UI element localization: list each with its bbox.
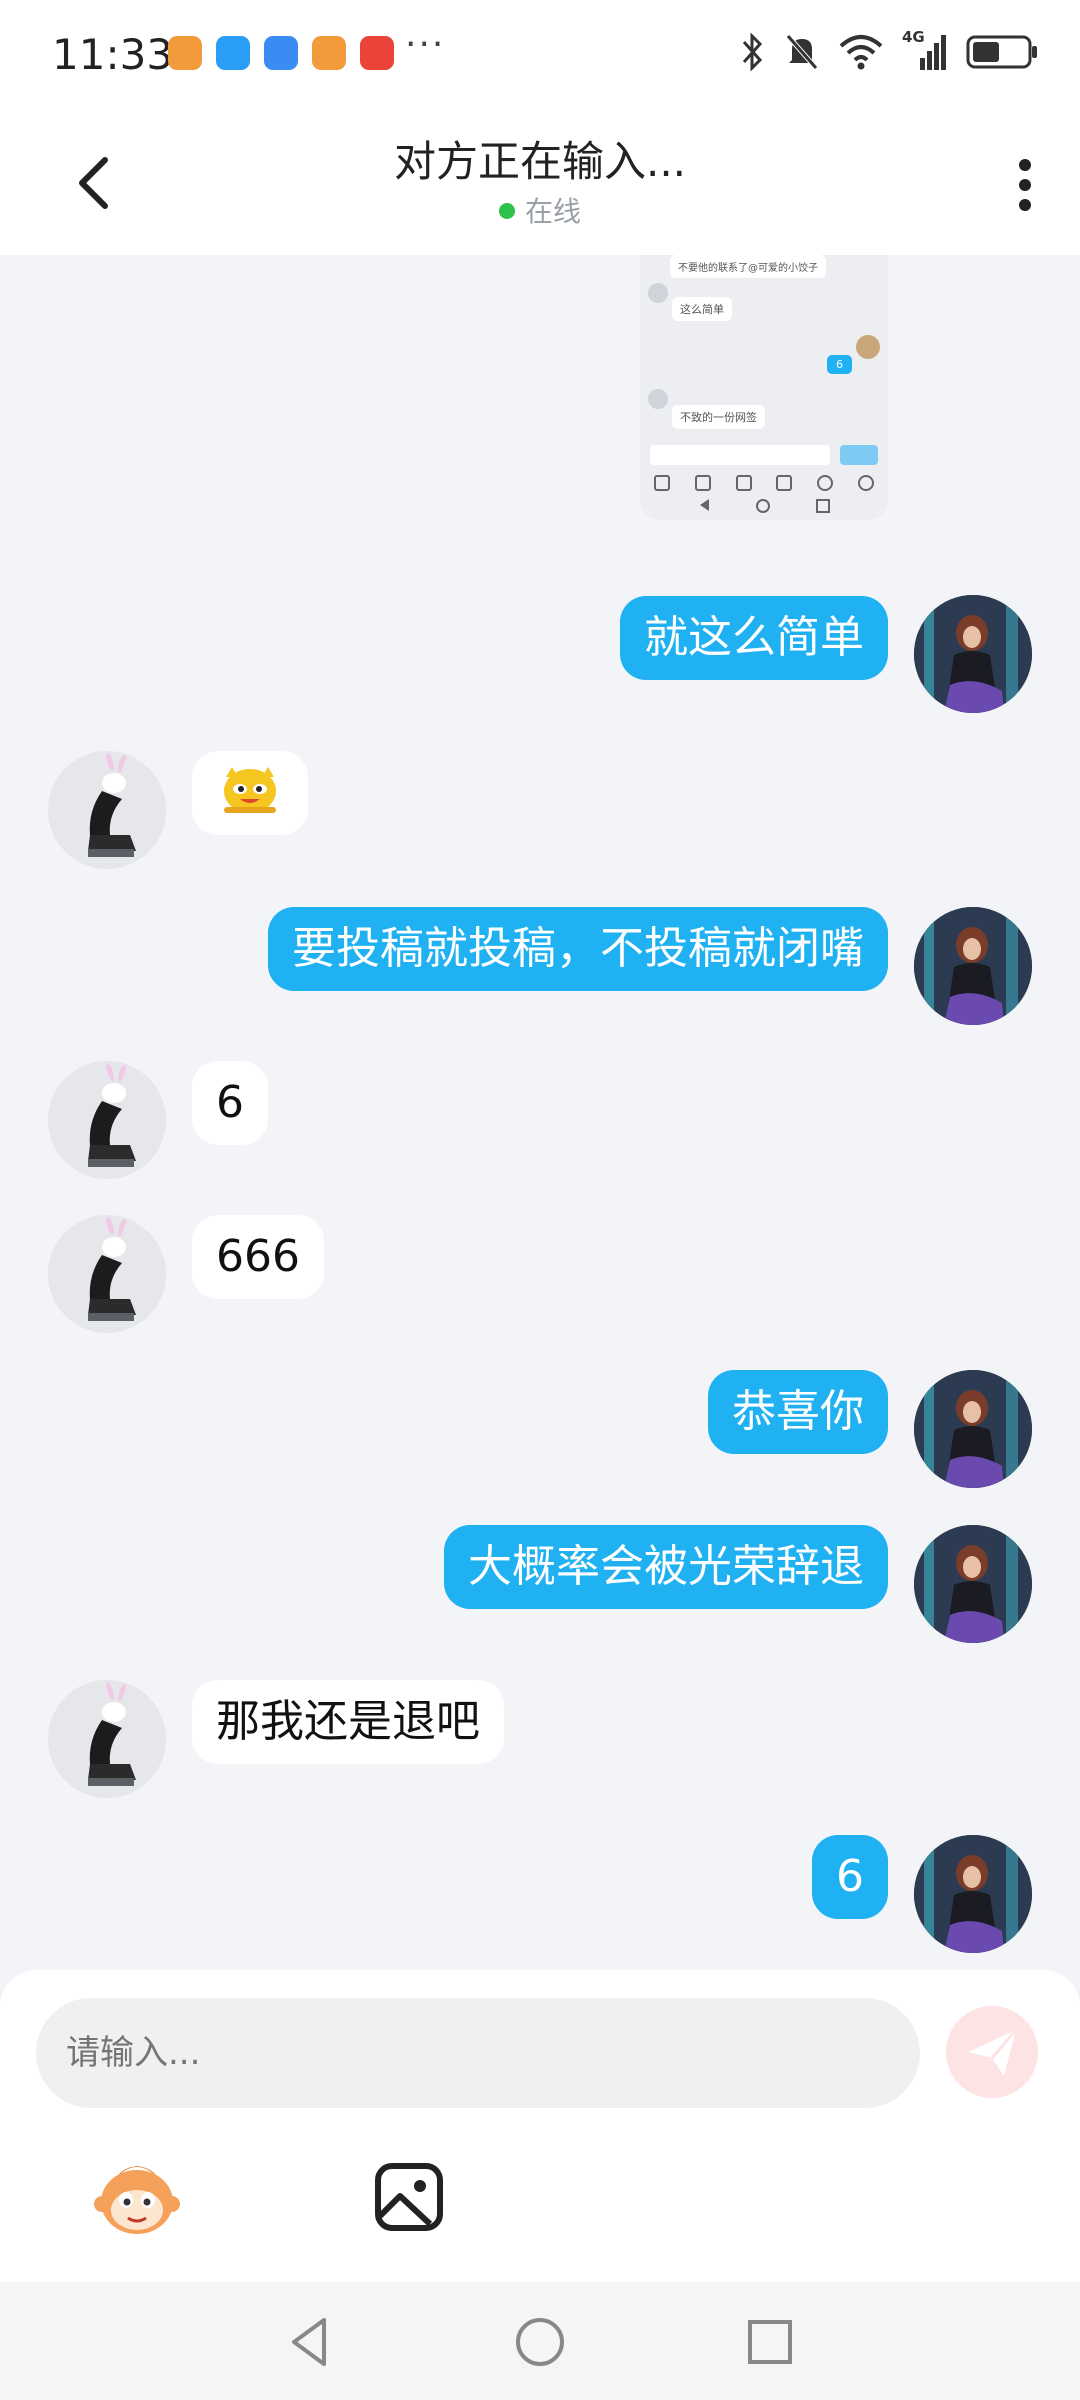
image-picker-icon[interactable]	[364, 2152, 454, 2242]
avatar[interactable]	[48, 1680, 166, 1798]
avatar[interactable]	[914, 1835, 1032, 1953]
status-app-icons	[168, 36, 394, 70]
app-orange-icon	[168, 36, 202, 70]
message-bubble-sent[interactable]: 恭喜你	[708, 1370, 888, 1454]
cellular-signal-icon: 4G	[902, 28, 948, 72]
wifi-icon	[839, 35, 883, 70]
message-bubble-received[interactable]: 6	[192, 1061, 268, 1145]
preview-line: 不要他的联系了@可爱的小饺子	[670, 255, 826, 278]
avatar[interactable]	[48, 751, 166, 869]
app-orange-2-icon	[312, 36, 346, 70]
avatar[interactable]	[914, 595, 1032, 713]
online-status: 在线	[0, 190, 1080, 230]
chat-message-list[interactable]: 不要他的联系了@可爱的小饺子 这么简单 6 不致的一份网签 就这么简单 要投稿就…	[0, 255, 1080, 1975]
message-bubble-sent[interactable]: 要投稿就投稿，不投稿就闭嘴	[268, 907, 888, 991]
preview-line: 6	[827, 355, 852, 374]
battery-icon	[966, 35, 1037, 69]
preview-line: 不致的一份网签	[672, 405, 765, 429]
status-bar: 11:33 ··· 4G	[0, 0, 1080, 110]
message-bubble-received[interactable]: 那我还是退吧	[192, 1680, 504, 1764]
preview-send-button	[840, 445, 878, 465]
avatar[interactable]	[914, 1370, 1032, 1488]
avatar[interactable]	[914, 1525, 1032, 1643]
more-options-icon[interactable]	[1000, 155, 1050, 215]
preview-input-bar	[650, 445, 830, 465]
message-bubble-sent[interactable]: 6	[812, 1835, 888, 1919]
smiling-face-sticker-icon	[224, 767, 276, 813]
taobao-icon	[360, 36, 394, 70]
message-input[interactable]	[36, 1998, 920, 2108]
status-time: 11:33	[52, 30, 174, 79]
avatar[interactable]	[914, 907, 1032, 1025]
status-more-indicator: ···	[405, 24, 446, 65]
message-bubble-received[interactable]	[192, 751, 308, 835]
online-dot-icon	[498, 203, 515, 219]
screenshot-image-message[interactable]: 不要他的联系了@可爱的小饺子 这么简单 6 不致的一份网签	[640, 255, 888, 520]
message-input-panel	[0, 1970, 1080, 2282]
avatar[interactable]	[48, 1215, 166, 1333]
page-title: 对方正在输入...	[393, 137, 687, 186]
avatar	[648, 389, 668, 409]
preview-navbar	[700, 499, 830, 513]
avatar[interactable]	[48, 1061, 166, 1179]
nav-recents-icon[interactable]	[740, 2312, 800, 2372]
message-bubble-received[interactable]: 666	[192, 1215, 324, 1299]
nav-back-icon[interactable]	[280, 2312, 340, 2372]
online-status-label: 在线	[524, 195, 581, 228]
bluetooth-icon	[742, 32, 763, 72]
message-bubble-sent[interactable]: 大概率会被光荣辞退	[444, 1525, 888, 1609]
app-blue-chat-icon	[216, 36, 250, 70]
message-bubble-sent[interactable]: 就这么简单	[620, 596, 888, 680]
mute-bell-icon	[786, 34, 818, 70]
status-system-icons: 4G	[740, 28, 1040, 72]
avatar	[856, 335, 880, 359]
system-navigation-bar	[0, 2282, 1080, 2400]
emoji-sticker-icon[interactable]	[92, 2152, 182, 2242]
chat-header: 对方正在输入... 在线	[0, 110, 1080, 255]
paper-plane-icon	[968, 2029, 1018, 2076]
preview-toolbar	[654, 475, 874, 491]
app-weather-icon	[264, 36, 298, 70]
send-button[interactable]	[946, 2006, 1038, 2098]
preview-line: 这么简单	[672, 297, 732, 321]
avatar	[648, 283, 668, 303]
nav-home-icon[interactable]	[510, 2312, 570, 2372]
